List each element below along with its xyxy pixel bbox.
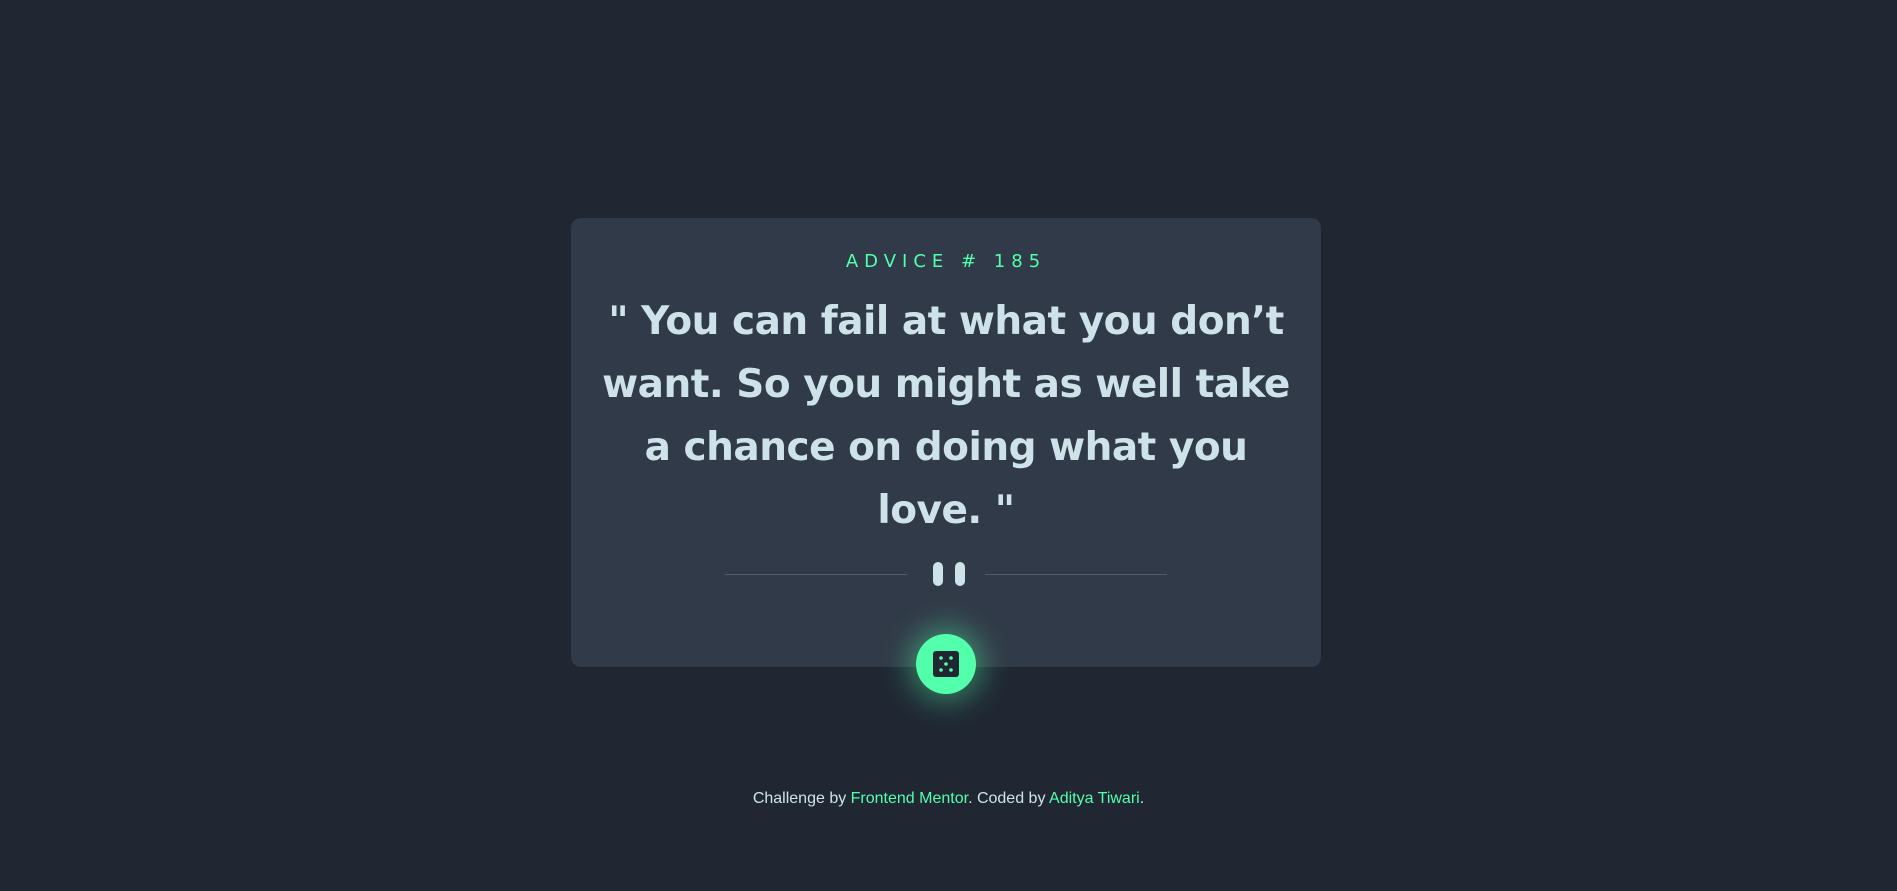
footer-suffix: . — [1139, 790, 1145, 807]
footer-coded-by-prefix: . Coded by — [968, 790, 1050, 807]
advice-number-label: ADVICE # 185 — [845, 251, 1047, 272]
dice-icon — [933, 651, 959, 677]
advice-quote: " You can fail at what you don’t want. S… — [602, 299, 1290, 533]
divider — [725, 560, 1167, 588]
attribution-footer: Challenge by Frontend Mentor. Coded by A… — [0, 790, 1897, 808]
divider-line-right — [985, 574, 1167, 575]
advice-card: ADVICE # 185 " You can fail at what you … — [571, 218, 1321, 667]
pause-icon — [933, 562, 965, 586]
divider-line-left — [725, 574, 907, 575]
footer-challenge-prefix: Challenge by — [752, 790, 851, 807]
frontend-mentor-link[interactable]: Frontend Mentor — [851, 790, 968, 807]
author-link[interactable]: Aditya Tiwari — [1049, 790, 1140, 807]
generate-advice-button[interactable] — [916, 634, 976, 694]
